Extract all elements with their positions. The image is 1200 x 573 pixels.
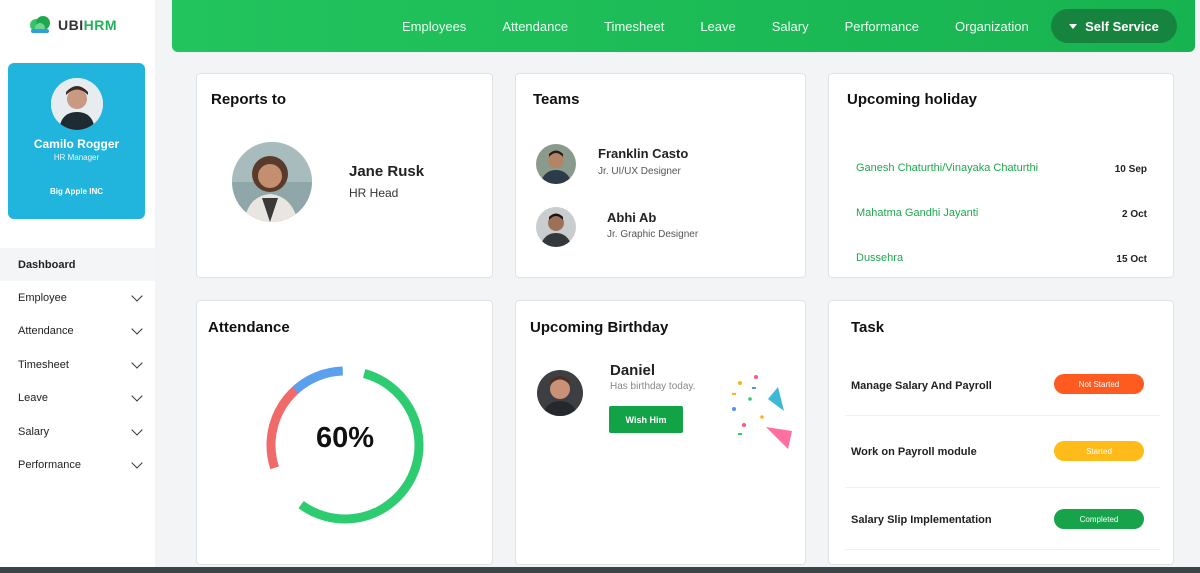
divider: [845, 415, 1160, 416]
manager-name: Jane Rusk: [349, 163, 425, 180]
status-badge: Not Started: [1054, 374, 1144, 394]
caret-down-icon: [1069, 23, 1078, 29]
top-nav-performance[interactable]: Performance: [845, 19, 919, 34]
top-nav-attendance[interactable]: Attendance: [502, 19, 568, 34]
team-member-avatar: [536, 144, 576, 184]
top-nav-employees[interactable]: Employees: [402, 19, 466, 34]
chevron-down-icon: [131, 423, 143, 436]
task-name: Manage Salary And Payroll: [851, 380, 992, 392]
team-member[interactable]: Franklin Casto Jr. UI/UX Designer: [528, 139, 778, 187]
status-badge: Completed: [1054, 509, 1144, 529]
sidebar-item-leave[interactable]: Leave: [0, 382, 155, 415]
profile-company: Big Apple INC: [49, 187, 104, 196]
self-service-label: Self Service: [1085, 18, 1159, 34]
task-name: Salary Slip Implementation: [851, 514, 992, 526]
sidebar-item-label: Leave: [18, 392, 48, 405]
holiday-date: 2 Oct: [1121, 209, 1147, 220]
sidebar-nav: Dashboard Employee Attendance Timesheet …: [0, 248, 155, 482]
birthday-card: Upcoming Birthday Daniel Has birthday to…: [515, 300, 806, 565]
sidebar-item-attendance[interactable]: Attendance: [0, 315, 155, 348]
chevron-down-icon: [131, 390, 143, 402]
profile-card[interactable]: Camilo Rogger HR Manager Big Apple INC: [8, 63, 145, 219]
card-title: Upcoming Birthday: [530, 319, 669, 336]
top-nav-timesheet[interactable]: Timesheet: [604, 19, 664, 34]
team-member-name: Abhi Ab: [607, 210, 657, 225]
top-nav-links: Employees Attendance Timesheet Leave Sal…: [402, 0, 1065, 52]
team-member-role: Jr. UI/UX Designer: [598, 166, 681, 177]
sidebar-item-label: Performance: [18, 459, 81, 472]
sidebar-item-label: Timesheet: [18, 358, 69, 371]
avatar: [50, 78, 103, 130]
holiday-name: Mahatma Gandhi Jayanti: [856, 207, 979, 219]
top-nav-organization[interactable]: Organization: [955, 19, 1029, 34]
chevron-down-icon: [131, 457, 143, 469]
sidebar-item-label: Salary: [18, 425, 50, 438]
birthday-note: Has birthday today.: [610, 381, 696, 392]
divider: [845, 487, 1160, 488]
holiday-name: Dussehra: [856, 252, 904, 264]
holiday-date: 15 Oct: [1116, 254, 1147, 265]
bottom-bar: [0, 567, 1200, 573]
logo-text: UBIHRM: [58, 17, 118, 33]
sidebar-item-salary[interactable]: Salary: [0, 415, 155, 448]
top-navbar: Employees Attendance Timesheet Leave Sal…: [172, 0, 1195, 52]
team-member[interactable]: Abhi Ab Jr. Graphic Designer: [528, 202, 778, 250]
card-title: Task: [851, 319, 885, 336]
birthday-name: Daniel: [610, 362, 656, 379]
logo-icon: [28, 14, 52, 36]
task-name: Work on Payroll module: [851, 446, 977, 458]
sidebar-item-timesheet[interactable]: Timesheet: [0, 348, 155, 381]
self-service-button[interactable]: Self Service: [1051, 9, 1177, 43]
party-popper-icon: [732, 375, 792, 449]
top-nav-leave[interactable]: Leave: [700, 19, 735, 34]
chevron-down-icon: [131, 357, 143, 369]
teams-card: Teams Franklin Casto Jr. UI/UX Designer …: [515, 73, 806, 278]
team-member-avatar: [536, 207, 576, 247]
reports-to-card: Reports to Jane Rusk HR Head: [196, 73, 493, 278]
sidebar-item-label: Employee: [18, 292, 67, 305]
holiday-name: Ganesh Chaturthi/Vinayaka Chaturthi: [856, 162, 1039, 174]
card-title: Reports to: [211, 91, 286, 108]
logo[interactable]: UBIHRM: [28, 14, 117, 36]
manager-photo: [232, 142, 312, 222]
attendance-card: Attendance 60%: [196, 300, 493, 565]
card-title: Upcoming holiday: [847, 91, 978, 108]
card-title: Teams: [533, 91, 580, 108]
chevron-down-icon: [131, 323, 143, 336]
status-badge: Started: [1054, 441, 1144, 461]
sidebar: UBIHRM Camilo Rogger HR Manager Big Appl…: [0, 0, 155, 567]
sidebar-item-employee[interactable]: Employee: [0, 281, 155, 314]
team-member-name: Franklin Casto: [598, 146, 689, 161]
sidebar-item-label: Dashboard: [18, 258, 76, 271]
holiday-card: Upcoming holiday Ganesh Chaturthi/Vinaya…: [828, 73, 1174, 278]
birthday-person-avatar: [537, 370, 583, 416]
sidebar-item-dashboard[interactable]: Dashboard: [0, 248, 155, 282]
sidebar-item-performance[interactable]: Performance: [0, 448, 155, 481]
task-card: Task Manage Salary And Payroll Not Start…: [828, 300, 1174, 565]
top-nav-salary[interactable]: Salary: [772, 19, 809, 34]
divider: [845, 549, 1160, 550]
manager-role: HR Head: [349, 186, 399, 200]
holiday-date: 10 Sep: [1114, 164, 1147, 175]
wish-him-button[interactable]: Wish Him: [609, 406, 683, 433]
profile-name: Camilo Rogger: [33, 137, 120, 151]
attendance-percent: 60%: [315, 422, 375, 454]
team-member-role: Jr. Graphic Designer: [607, 229, 699, 240]
sidebar-item-label: Attendance: [18, 325, 74, 338]
card-title: Attendance: [208, 319, 290, 336]
profile-role: HR Manager: [53, 153, 100, 162]
chevron-down-icon: [131, 290, 143, 302]
